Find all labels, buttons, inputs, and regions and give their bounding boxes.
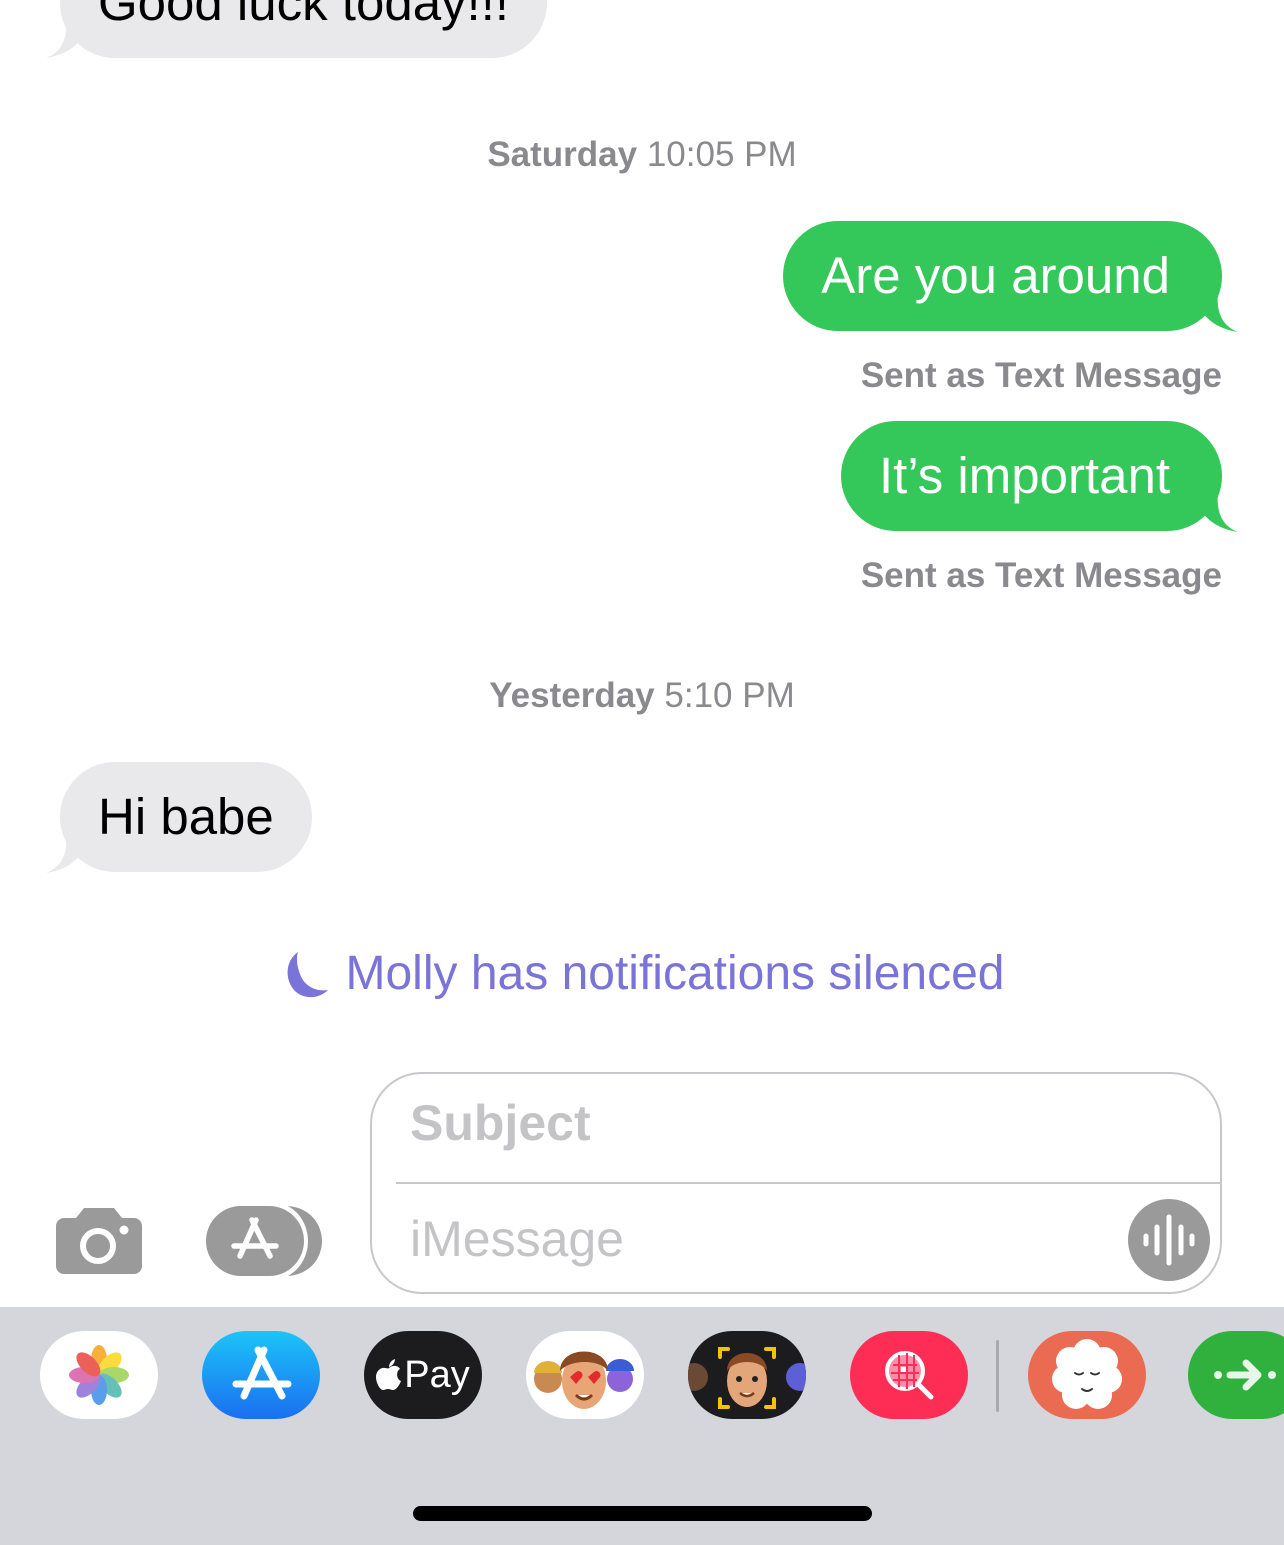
camera-button[interactable] [56, 1206, 142, 1274]
tray-app-calm[interactable] [1028, 1331, 1146, 1419]
arrow-right-icon [1214, 1359, 1276, 1391]
tray-divider [996, 1340, 999, 1412]
subject-input[interactable] [410, 1094, 1110, 1152]
image-search-icon [885, 1351, 934, 1400]
delivery-status: Sent as Text Message [860, 556, 1222, 595]
home-indicator [413, 1506, 872, 1521]
tray-app-activity[interactable] [1188, 1331, 1284, 1419]
timestamp-day: Yesterday [489, 676, 655, 715]
apple-logo-icon [376, 1359, 402, 1390]
silenced-text: Molly has notifications silenced [345, 947, 1005, 1000]
bubble-tail [46, 18, 88, 58]
camera-icon [56, 1208, 142, 1274]
timestamp-day: Saturday [487, 135, 638, 174]
timestamp-divider: Saturday 10:05 PM [0, 135, 1284, 175]
tray-app-photos[interactable] [40, 1331, 158, 1419]
moon-icon [287, 951, 328, 997]
message-text: It’s important [878, 447, 1170, 504]
tray-app-image-search[interactable] [850, 1331, 968, 1419]
app-store-icon [206, 1206, 322, 1276]
apple-pay-label: Pay [404, 1353, 470, 1396]
timestamp-time: 10:05 PM [646, 135, 797, 174]
message-input[interactable] [410, 1210, 1090, 1268]
incoming-message-bubble[interactable]: Hi babe [60, 762, 312, 872]
timestamp-divider: Yesterday 5:10 PM [0, 676, 1284, 716]
incoming-message-bubble[interactable]: Good luck today!!! [60, 0, 548, 58]
message-text: Are you around [821, 247, 1170, 304]
bubble-tail [46, 833, 88, 873]
calm-cloud-icon [1052, 1339, 1122, 1409]
tray-app-app-store[interactable] [202, 1331, 320, 1419]
bubble-tail [1196, 492, 1238, 532]
compose-divider [396, 1182, 1222, 1184]
outgoing-message-bubble[interactable]: Are you around [783, 221, 1222, 331]
memoji-stickers-icon [534, 1351, 634, 1409]
waveform-icon [1128, 1199, 1210, 1281]
notifications-silenced-notice: Molly has notifications silenced [0, 946, 1284, 1001]
photos-icon [69, 1345, 129, 1405]
bubble-tail [1196, 292, 1238, 332]
outgoing-message-bubble[interactable]: It’s important [840, 421, 1222, 531]
app-store-icon [232, 1346, 292, 1400]
audio-message-button[interactable] [1128, 1199, 1210, 1281]
apps-button[interactable] [206, 1204, 322, 1278]
delivery-status: Sent as Text Message [860, 356, 1222, 395]
memoji-icon [688, 1347, 806, 1409]
tray-app-memoji-stickers[interactable] [526, 1331, 644, 1419]
message-text: Hi babe [98, 788, 274, 845]
message-text: Good luck today!!! [98, 0, 510, 31]
tray-app-apple-pay[interactable]: Pay [364, 1331, 482, 1419]
timestamp-time: 5:10 PM [664, 676, 795, 715]
tray-app-memoji[interactable] [688, 1331, 806, 1419]
